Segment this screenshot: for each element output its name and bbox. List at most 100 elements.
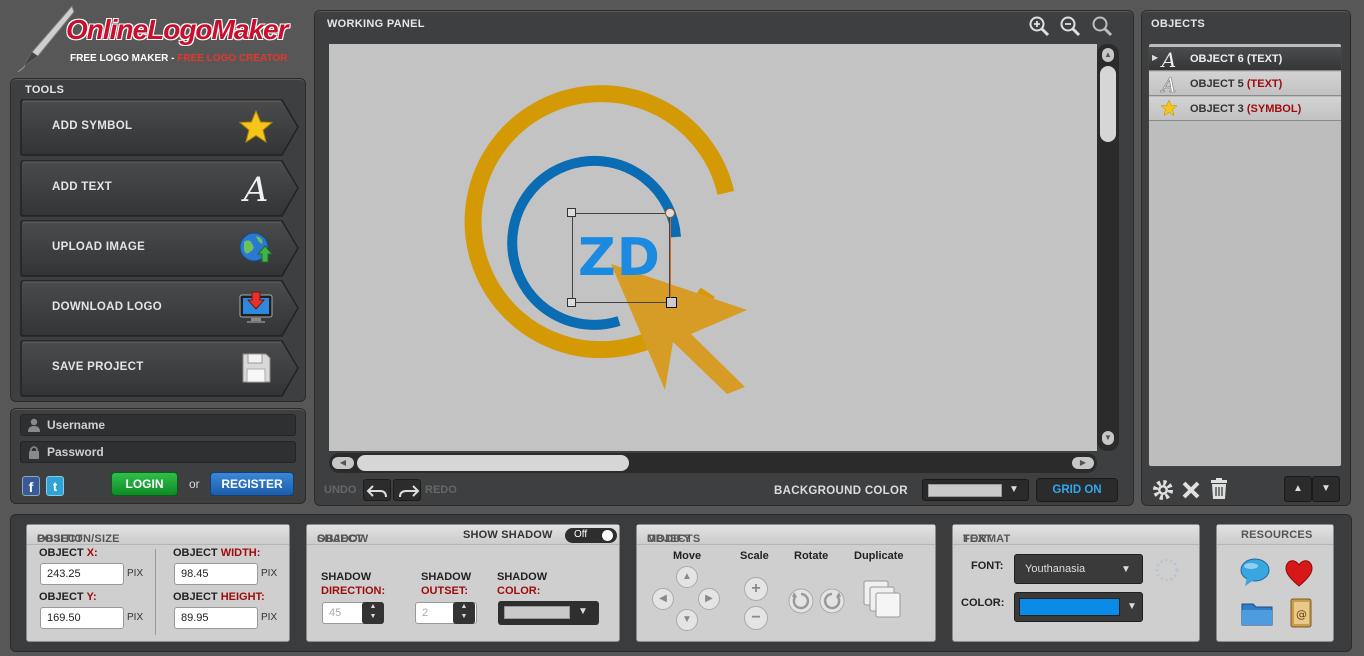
scroll-right-icon[interactable]: ▶ (1072, 457, 1094, 469)
zoom-reset-icon[interactable] (1091, 15, 1113, 37)
object-height-label: OBJECT HEIGHT: (173, 591, 265, 603)
scroll-left-icon[interactable]: ◀ (332, 457, 354, 469)
password-field[interactable] (20, 441, 296, 463)
arrow-down-icon: ▼ (1321, 483, 1331, 494)
text-color-select[interactable]: ▼ (1014, 592, 1143, 622)
zoom-out-icon[interactable] (1059, 15, 1081, 37)
or-label: or (189, 477, 200, 491)
object-row[interactable]: OBJECT 3 (SYMBOL) (1149, 97, 1341, 121)
object-row[interactable]: ▶ A OBJECT 6 (TEXT) (1149, 47, 1341, 72)
scroll-down-icon[interactable]: ▼ (1102, 431, 1114, 445)
move-right-arrow-icon[interactable]: ▶ (698, 588, 720, 610)
object-y-input[interactable]: 169.50 (40, 607, 124, 629)
globe-upload-icon (238, 230, 274, 266)
tool-add-text-button[interactable]: ADD TEXT A (20, 160, 300, 217)
chat-bubble-icon[interactable] (1239, 557, 1271, 587)
gear-icon[interactable] (1151, 478, 1175, 502)
redo-icon (399, 485, 420, 498)
heart-icon[interactable] (1283, 558, 1315, 588)
move-up-button[interactable]: ▲ (1284, 476, 1312, 502)
password-input[interactable] (47, 444, 287, 460)
tool-upload-image-button[interactable]: UPLOAD IMAGE (20, 220, 300, 277)
horizontal-scroll-thumb[interactable] (357, 455, 629, 471)
brand-tagline: FREE LOGO MAKER - FREE LOGO CREATOR (70, 53, 288, 64)
scale-down-icon[interactable]: − (744, 606, 768, 630)
object-width-input[interactable]: 98.45 (174, 563, 258, 585)
brand-name: OnlineLogoMaker (66, 14, 288, 45)
rotate-left-icon[interactable] (787, 587, 815, 615)
logo-artwork[interactable] (329, 44, 1097, 451)
tool-label: UPLOAD IMAGE (52, 241, 146, 253)
resize-handle-br[interactable] (666, 297, 677, 308)
resize-handle-bl[interactable] (567, 298, 576, 307)
tool-label: ADD TEXT (52, 181, 112, 193)
login-button[interactable]: LOGIN (111, 472, 178, 496)
working-panel-title: WORKING PANEL (327, 18, 425, 30)
move-left-arrow-icon[interactable]: ◀ (652, 588, 674, 610)
duplicate-icon[interactable] (862, 579, 904, 619)
register-button[interactable]: REGISTER (210, 472, 294, 496)
undo-button[interactable] (363, 479, 391, 501)
duplicate-label: Duplicate (854, 550, 904, 562)
close-icon[interactable] (1180, 479, 1202, 501)
chevron-down-icon: ▼ (1127, 601, 1137, 612)
address-book-icon[interactable]: @ (1289, 598, 1313, 628)
text-a-icon: A (1159, 73, 1178, 99)
brand-logo[interactable]: OnlineLogoMaker FREE LOGO MAKER - FREE L… (10, 4, 306, 74)
show-shadow-toggle[interactable]: Off (565, 528, 617, 543)
facebook-icon[interactable]: f (22, 476, 40, 496)
tool-save-project-button[interactable]: SAVE PROJECT (20, 340, 300, 397)
object-row[interactable]: A OBJECT 5 (TEXT) (1149, 72, 1341, 99)
rotate-right-icon[interactable] (818, 587, 846, 615)
chevron-down-icon: ▼ (1009, 484, 1019, 495)
shadow-direction-stepper[interactable]: ▲ ▼ (362, 602, 384, 624)
resources-title: RESOURCES (1241, 529, 1313, 541)
object-width-label: OBJECT WIDTH: (173, 547, 261, 559)
redo-label: REDO (425, 484, 457, 496)
lock-icon (29, 446, 39, 459)
undo-icon (366, 485, 387, 498)
tool-add-symbol-button[interactable]: ADD SYMBOL (20, 99, 300, 156)
tool-download-logo-button[interactable]: DOWNLOAD LOGO (20, 280, 300, 337)
selection-box[interactable] (572, 213, 670, 303)
svg-text:A: A (1160, 74, 1176, 94)
svg-text:@: @ (1296, 608, 1307, 621)
shadow-color-label: SHADOW COLOR: (497, 571, 548, 597)
object-height-input[interactable]: 89.95 (174, 607, 258, 629)
height-unit: PIX (261, 612, 278, 623)
shadow-outset-stepper[interactable]: ▲ ▼ (453, 602, 475, 624)
scale-up-icon[interactable]: + (744, 577, 768, 601)
move-down-button[interactable]: ▼ (1312, 476, 1340, 502)
username-input[interactable] (47, 417, 287, 433)
rotate-label: Rotate (794, 550, 829, 562)
vertical-scrollbar[interactable]: ▲ ▼ (1097, 44, 1119, 451)
logo-canvas[interactable]: ZD (329, 44, 1097, 451)
show-shadow-label: SHOW SHADOW (463, 529, 553, 541)
rotate-handle[interactable] (665, 208, 675, 218)
font-select[interactable]: Youthanasia ▼ (1014, 554, 1143, 584)
vertical-scroll-thumb[interactable] (1100, 66, 1116, 142)
floppy-disk-icon (238, 350, 274, 386)
folder-icon[interactable] (1241, 600, 1273, 626)
move-down-arrow-icon[interactable]: ▼ (676, 609, 698, 631)
trash-icon[interactable] (1208, 477, 1230, 501)
zoom-in-icon[interactable] (1028, 15, 1050, 37)
object-row-label: OBJECT 6 (TEXT) (1190, 53, 1283, 65)
grid-toggle-button[interactable]: GRID ON (1036, 478, 1118, 502)
scroll-up-icon[interactable]: ▲ (1102, 48, 1114, 62)
user-icon (28, 418, 40, 432)
shadow-color-select[interactable]: ▼ (498, 601, 599, 625)
move-up-arrow-icon[interactable]: ▲ (676, 566, 698, 588)
horizontal-scrollbar[interactable]: ◀ ▶ (329, 453, 1097, 473)
svg-text:A: A (241, 170, 269, 206)
resize-handle-tl[interactable] (567, 208, 576, 217)
object-x-input[interactable]: 243.25 (40, 563, 124, 585)
username-field[interactable] (20, 414, 296, 436)
position-size-panel: OBJECT POSITION/SIZE OBJECT X: 243.25 PI… (26, 524, 290, 642)
selected-marker-icon: ▶ (1152, 53, 1159, 62)
text-a-icon: A (238, 170, 274, 210)
object-row-label: OBJECT 5 (TEXT) (1190, 78, 1283, 90)
twitter-icon[interactable]: t (46, 476, 64, 496)
redo-button[interactable] (393, 479, 421, 501)
background-color-select[interactable]: ▼ (922, 479, 1029, 501)
